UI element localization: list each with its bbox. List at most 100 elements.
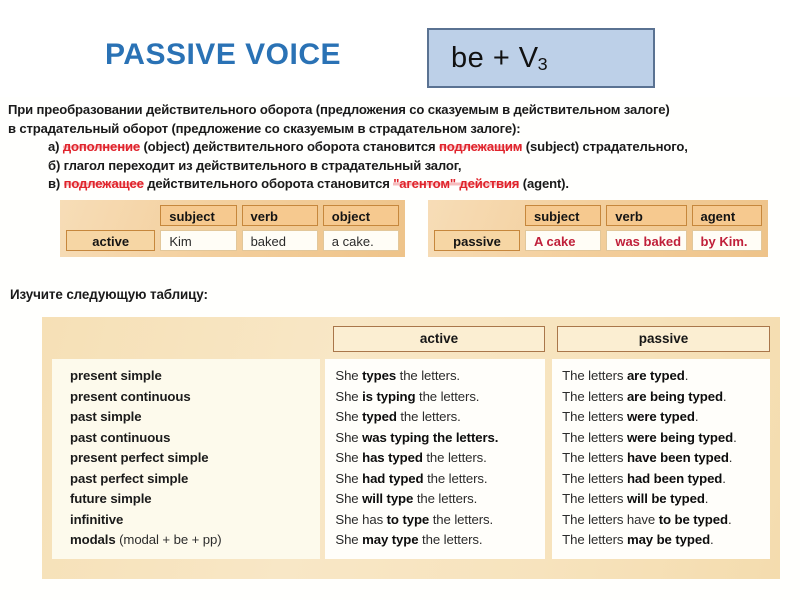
verb-phrase: has typed xyxy=(362,450,423,465)
corner-spacer xyxy=(66,205,155,226)
tense-label: present perfect simple xyxy=(70,450,209,465)
passive-sentence: The letters are typed. xyxy=(562,368,689,383)
active-sentence: She has to type the letters. xyxy=(335,511,494,527)
example-table-active: subject verb object active Kim baked a c… xyxy=(60,200,405,257)
item-a-text-2: (subject) страдательного, xyxy=(522,139,688,155)
cell-subject: Kim xyxy=(160,230,237,251)
passive-sentence-column: The letters are typed. The letters are be… xyxy=(552,359,770,559)
tense-label: modals (modal + be + pp) xyxy=(70,532,222,547)
examples-band: subject verb object active Kim baked a c… xyxy=(0,200,800,262)
item-b-marker: б) xyxy=(48,157,64,173)
column-header-subject: subject xyxy=(160,205,237,226)
example-table-passive: subject verb agent passive A cake was ba… xyxy=(428,200,768,257)
cell-agent: by Kim. xyxy=(691,230,762,251)
item-v-text-2: (agent). xyxy=(519,176,569,192)
item-v-marker: в) xyxy=(48,176,64,192)
table-row: subject verb object xyxy=(66,205,400,226)
header-spacer xyxy=(52,326,326,352)
item-b-text: глагол переходит из действительного в ст… xyxy=(63,157,462,173)
formula-box: be + V3 xyxy=(427,28,655,88)
item-a-highlight-1: дополнение xyxy=(62,139,140,155)
verb-phrase: to type xyxy=(386,511,430,527)
cell-subject: A cake xyxy=(525,230,602,251)
study-caption: Изучите следующую таблицу: xyxy=(10,287,208,302)
explanation-item-v: в) подлежащее действительного оборота ст… xyxy=(8,175,796,194)
active-sentence: She had typed the letters. xyxy=(335,470,488,486)
active-sentence: She typed the letters. xyxy=(335,409,461,424)
tense-label: present continuous xyxy=(70,388,191,404)
verb-phrase: typed xyxy=(362,409,397,424)
tense-table: active passive present simple present con… xyxy=(42,317,780,579)
table-row: active Kim baked a cake. xyxy=(66,230,400,251)
verb-phrase: is typing xyxy=(362,388,416,404)
verb-phrase: was typing the letters. xyxy=(362,429,499,445)
tense-label: past continuous xyxy=(70,429,171,445)
explanation-item-a: а) дополнение (object) действительного о… xyxy=(8,138,796,157)
corner-spacer xyxy=(434,205,520,226)
passive-sentence: The letters have been typed. xyxy=(562,450,733,465)
verb-phrase: had been typed xyxy=(626,470,723,486)
explanation-item-b: б) глагол переходит из действительного в… xyxy=(8,157,796,176)
cell-object: a cake. xyxy=(322,230,400,251)
verb-phrase: are being typed xyxy=(626,388,723,404)
column-header-passive: passive xyxy=(557,326,770,352)
active-sentence: She types the letters. xyxy=(335,368,460,383)
cell-verb: baked xyxy=(241,230,318,251)
verb-phrase: to be typed xyxy=(658,511,728,527)
verb-phrase: were typed xyxy=(626,409,695,424)
verb-phrase: have been typed xyxy=(626,450,729,465)
active-sentence: She will type the letters. xyxy=(335,491,478,506)
tense-label: infinitive xyxy=(70,511,124,527)
passive-sentence: The letters were typed. xyxy=(562,409,699,424)
verb-phrase: are typed xyxy=(626,368,685,383)
formula-base: be + V xyxy=(451,41,539,74)
active-sentence: She was typing the letters. xyxy=(335,429,499,445)
item-v-highlight-1: подлежащее xyxy=(63,176,144,192)
row-label-active: active xyxy=(66,230,156,251)
column-header-agent: agent xyxy=(691,205,762,226)
passive-sentence: The letters will be typed. xyxy=(562,491,709,506)
passive-sentence: The letters may be typed. xyxy=(562,532,714,547)
verb-phrase: may type xyxy=(362,532,419,547)
column-header-verb: verb xyxy=(241,205,318,226)
column-header-verb: verb xyxy=(606,205,687,226)
verb-phrase: were being typed xyxy=(626,429,734,445)
tense-label: present simple xyxy=(70,368,162,383)
passive-sentence: The letters were being typed. xyxy=(562,429,737,445)
cell-verb: was baked xyxy=(606,230,687,251)
passive-sentence: The letters have to be typed. xyxy=(562,511,732,527)
row-label-passive: passive xyxy=(434,230,521,251)
column-header-object: object xyxy=(322,205,400,226)
verb-phrase: will type xyxy=(362,491,414,506)
passive-sentence: The letters had been typed. xyxy=(562,470,726,486)
explanation-line-1: При преобразовании действительного оборо… xyxy=(8,102,670,117)
tense-label: past simple xyxy=(70,409,142,424)
verb-phrase: types xyxy=(362,368,397,383)
item-a-highlight-2: подлежащим xyxy=(438,139,523,155)
passive-sentence: The letters are being typed. xyxy=(562,388,727,404)
active-sentence: She is typing the letters. xyxy=(335,388,480,404)
item-v-highlight-2: "агентом" действия xyxy=(393,176,520,192)
verb-phrase: will be typed xyxy=(626,491,705,506)
verb-phrase: may be typed xyxy=(626,532,711,547)
explanation-block: При преобразовании действительного оборо… xyxy=(8,101,796,194)
active-sentence: She may type the letters. xyxy=(335,532,483,547)
table-row: subject verb agent xyxy=(434,205,762,226)
table-row: passive A cake was baked by Kim. xyxy=(434,230,762,251)
item-a-marker: а) xyxy=(48,139,63,155)
item-a-text-1: (object) действительного оборота станови… xyxy=(139,139,439,155)
column-header-subject: subject xyxy=(524,205,602,226)
item-v-text-1: действительного оборота становится xyxy=(143,176,394,192)
page-title: PASSIVE VOICE xyxy=(105,38,342,71)
tense-label-note: (modal + be + pp) xyxy=(115,532,222,547)
column-header-active: active xyxy=(333,326,545,352)
tense-label: future simple xyxy=(70,491,152,506)
tense-name-column: present simple present continuous past sim… xyxy=(52,359,321,559)
explanation-line-2: в страдательный оборот (предложение со с… xyxy=(8,120,521,136)
active-sentence: She has typed the letters. xyxy=(335,450,487,465)
verb-phrase: had typed xyxy=(362,470,424,486)
tense-table-body: present simple present continuous past sim… xyxy=(52,359,770,559)
active-sentence-column: She types the letters. She is typing the … xyxy=(325,359,546,559)
tense-label: past perfect simple xyxy=(70,470,189,486)
formula-subscript: 3 xyxy=(537,53,549,74)
